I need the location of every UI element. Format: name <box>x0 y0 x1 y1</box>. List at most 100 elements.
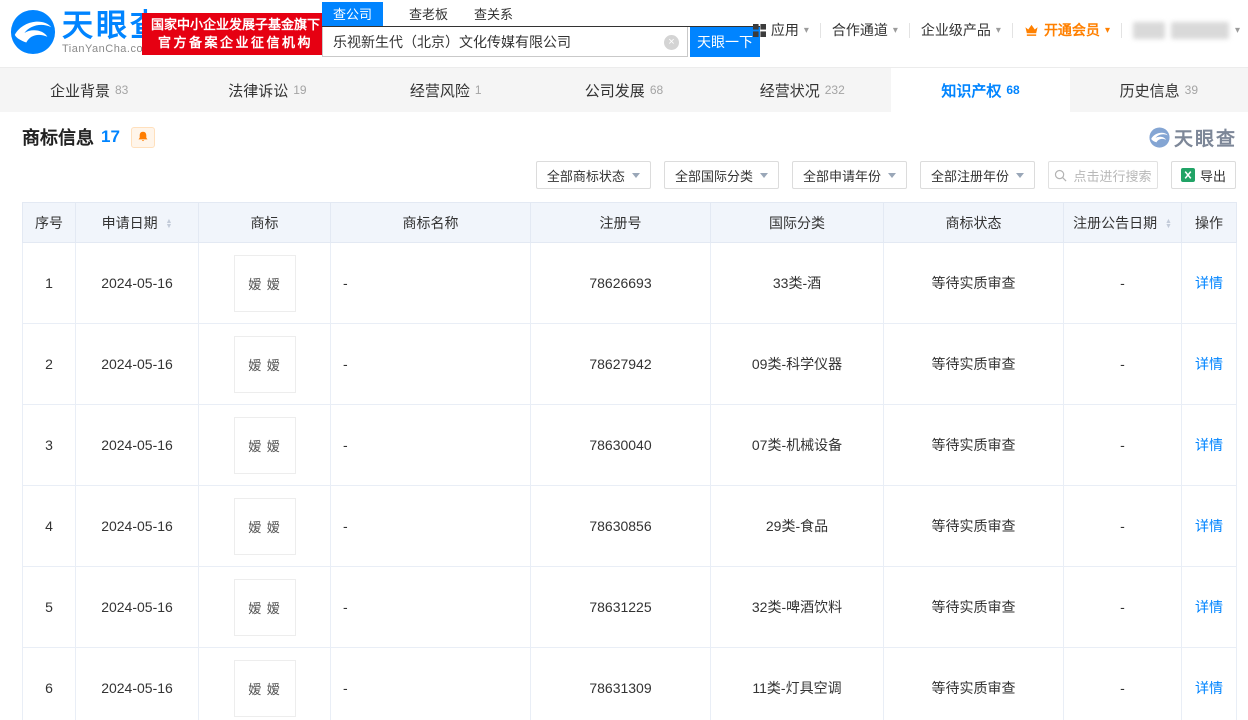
search-tab-company[interactable]: 查公司 <box>322 2 384 26</box>
col-header-reg-no: 注册号 <box>530 202 711 243</box>
col-header-status: 商标状态 <box>883 202 1064 243</box>
top-menu: 应用 ▾ 合作通道 ▾ 企业级产品 ▾ 开通会员 ▾ ▾ <box>752 20 1240 40</box>
watermark-brand-text: 天眼查 <box>1173 128 1237 150</box>
col-header-action: 操作 <box>1181 202 1237 243</box>
col-header-pub-date[interactable]: 注册公告日期 ▲ ▼ <box>1063 202 1182 243</box>
chevron-down-icon: ▾ <box>995 24 1001 36</box>
menu-open-membership[interactable]: 开通会员 ▾ <box>1024 20 1110 40</box>
search-tab-relation[interactable]: 查关系 <box>474 2 513 26</box>
detail-link[interactable]: 详情 <box>1195 680 1223 696</box>
filter-intl-class[interactable]: 全部国际分类 <box>663 161 779 189</box>
trademark-section-header: 商标信息 17 天眼查 <box>0 122 1248 152</box>
filter-register-year[interactable]: 全部注册年份 <box>919 161 1035 189</box>
cell-index: 6 <box>22 647 76 720</box>
export-label: 导出 <box>1199 168 1226 184</box>
detail-link[interactable]: 详情 <box>1195 599 1223 615</box>
cell-apply-date: 2024-05-16 <box>75 323 199 405</box>
tab-label: 企业背景 <box>49 82 110 100</box>
trademark-image[interactable]: 嫒 嫒 <box>233 335 296 393</box>
cell-pub-date: - <box>1063 566 1182 648</box>
search-input[interactable] <box>322 27 688 57</box>
cell-reg-no: 78631225 <box>530 566 711 648</box>
tab-count: 83 <box>114 83 129 97</box>
cell-mark: 嫒 嫒 <box>198 323 331 405</box>
detail-link[interactable]: 详情 <box>1195 356 1223 372</box>
tab-history-info[interactable]: 历史信息 39 <box>1070 68 1248 112</box>
chevron-down-icon <box>1015 172 1024 178</box>
menu-apps[interactable]: 应用 ▾ <box>752 20 809 40</box>
dropdown-label: 全部国际分类 <box>674 168 753 184</box>
cell-reg-no: 78626693 <box>530 242 711 324</box>
cell-apply-date: 2024-05-16 <box>75 566 199 648</box>
table-row: 4 2024-05-16 嫒 嫒 - 78630856 29类-食品 等待实质审… <box>22 485 1237 567</box>
chevron-down-icon <box>887 172 896 178</box>
tianyancha-logo-icon <box>10 9 56 55</box>
trademark-table-body: 1 2024-05-16 嫒 嫒 - 78626693 33类-酒 等待实质审查… <box>22 242 1237 720</box>
clear-icon[interactable]: × <box>664 35 679 50</box>
col-header-mark-name: 商标名称 <box>330 202 531 243</box>
search-button[interactable]: 天眼一下 <box>690 27 760 57</box>
col-header-label: 注册公告日期 <box>1073 214 1158 231</box>
trademark-image[interactable]: 嫒 嫒 <box>233 578 296 636</box>
tab-operational-risk[interactable]: 经营风险 1 <box>357 68 535 112</box>
cell-action: 详情 <box>1181 404 1237 486</box>
filter-trademark-status[interactable]: 全部商标状态 <box>535 161 651 189</box>
table-search-button[interactable]: 点击进行搜索 <box>1047 161 1158 189</box>
cell-action: 详情 <box>1181 242 1237 324</box>
detail-link[interactable]: 详情 <box>1195 518 1223 534</box>
menu-enterprise-products[interactable]: 企业级产品 ▾ <box>921 20 1001 40</box>
bell-icon[interactable] <box>130 126 155 148</box>
chevron-down-icon <box>631 172 640 178</box>
detail-link[interactable]: 详情 <box>1195 275 1223 291</box>
cell-index: 3 <box>22 404 76 486</box>
cell-intl-class: 07类-机械设备 <box>710 404 884 486</box>
trademark-image[interactable]: 嫒 嫒 <box>233 416 296 474</box>
tianyancha-logo[interactable]: 天眼查 TianYanCha.com <box>10 9 164 55</box>
detail-link[interactable]: 详情 <box>1195 437 1223 453</box>
tab-legal-proceedings[interactable]: 法律诉讼 19 <box>178 68 356 112</box>
cell-pub-date: - <box>1063 485 1182 567</box>
dropdown-label: 全部商标状态 <box>546 168 625 184</box>
col-header-apply-date[interactable]: 申请日期 ▲ ▼ <box>75 202 199 243</box>
menu-member-label: 开通会员 <box>1043 22 1100 38</box>
menu-partner-channel[interactable]: 合作通道 ▾ <box>832 20 898 40</box>
tab-company-development[interactable]: 公司发展 68 <box>535 68 713 112</box>
tab-label: 知识产权 <box>941 82 1002 100</box>
trademark-table: 序号 申请日期 ▲ ▼ 商标 商标名称 注册号 国际分类 商标状态 注册公告日期 … <box>22 202 1237 720</box>
tab-label: 公司发展 <box>584 82 645 100</box>
trademark-image[interactable]: 嫒 嫒 <box>233 659 296 717</box>
cell-action: 详情 <box>1181 647 1237 720</box>
tab-count: 68 <box>649 83 664 97</box>
search-icon <box>1055 169 1067 181</box>
cell-pub-date: - <box>1063 647 1182 720</box>
tab-intellectual-property[interactable]: 知识产权 68 <box>891 68 1070 112</box>
export-button[interactable]: 导出 <box>1170 161 1236 189</box>
watermark-logo-icon <box>1149 126 1170 148</box>
user-account-blurred[interactable]: ▾ <box>1132 21 1240 39</box>
tab-label: 历史信息 <box>1119 82 1180 100</box>
tab-enterprise-background[interactable]: 企业背景 83 <box>0 68 178 112</box>
cell-intl-class: 11类-灯具空调 <box>710 647 884 720</box>
filter-apply-year[interactable]: 全部申请年份 <box>791 161 907 189</box>
tab-operating-status[interactable]: 经营状况 232 <box>713 68 891 112</box>
excel-icon <box>1180 168 1195 182</box>
menu-apps-label: 应用 <box>770 22 799 38</box>
top-header: 天眼查 TianYanCha.com 国家中小企业发展子基金旗下 官方备案企业征… <box>0 0 1248 67</box>
cell-reg-no: 78630856 <box>530 485 711 567</box>
cell-mark-name: - <box>330 323 531 405</box>
cell-mark: 嫒 嫒 <box>198 404 331 486</box>
search-tab-boss[interactable]: 查老板 <box>409 2 448 26</box>
header-search: 查公司 查老板 查关系 × 天眼一下 <box>322 2 760 57</box>
cell-reg-no: 78627942 <box>530 323 711 405</box>
chevron-down-icon: ▾ <box>1234 24 1240 36</box>
trademark-image[interactable]: 嫒 嫒 <box>233 497 296 555</box>
cell-mark-name: - <box>330 485 531 567</box>
trademark-image[interactable]: 嫒 嫒 <box>233 254 296 312</box>
cell-intl-class: 29类-食品 <box>710 485 884 567</box>
cell-index: 1 <box>22 242 76 324</box>
filter-toolbar: 全部商标状态 全部国际分类 全部申请年份 全部注册年份 点击进行搜索 导出 <box>0 161 1248 189</box>
chevron-down-icon: ▾ <box>892 24 898 36</box>
sort-icon: ▲ ▼ <box>165 217 173 230</box>
divider <box>1011 22 1013 38</box>
blurred-username <box>1170 21 1229 39</box>
